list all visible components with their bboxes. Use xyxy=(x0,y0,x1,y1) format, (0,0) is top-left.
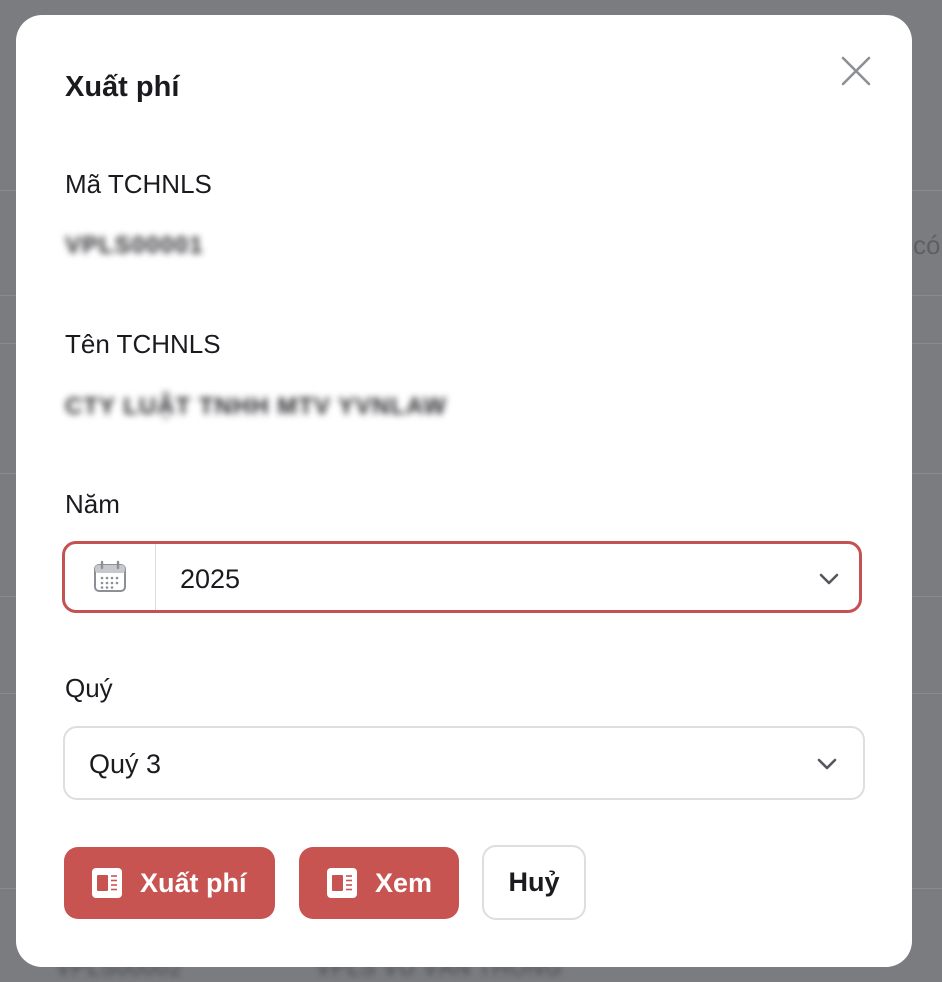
view-button[interactable]: Xem xyxy=(299,847,459,919)
export-fee-button-label: Xuất phí xyxy=(140,867,247,898)
view-button-label: Xem xyxy=(375,867,433,898)
quarter-value: Quý 3 xyxy=(89,749,162,779)
year-select[interactable]: 2025 xyxy=(62,541,862,613)
name-label: Tên TCHNLS xyxy=(65,329,221,359)
cancel-button[interactable]: Huỷ xyxy=(482,845,586,920)
close-icon xyxy=(841,56,871,86)
code-value: VPLS00001 xyxy=(65,232,204,259)
calendar-button[interactable] xyxy=(65,544,156,610)
close-button[interactable] xyxy=(838,53,874,89)
name-value: CTY LUẬT TNHH MTV YVNLAW xyxy=(65,393,447,420)
export-fee-button[interactable]: Xuất phí xyxy=(64,847,275,919)
calendar-icon xyxy=(94,560,126,592)
quarter-label: Quý xyxy=(65,673,113,703)
bg-partial-text: có xyxy=(913,230,941,260)
chevron-down-icon xyxy=(819,573,839,585)
document-icon xyxy=(325,866,359,900)
year-value: 2025 xyxy=(180,564,241,594)
year-label: Năm xyxy=(65,489,120,519)
chevron-down-icon xyxy=(817,758,837,770)
cancel-button-label: Huỷ xyxy=(508,867,560,897)
modal-title: Xuất phí xyxy=(65,71,180,103)
code-label: Mã TCHNLS xyxy=(65,169,212,199)
export-fee-modal: Xuất phí Mã TCHNLS VPLS00001 Tên TCHNLS … xyxy=(16,15,912,967)
quarter-select[interactable]: Quý 3 xyxy=(63,726,865,800)
document-icon xyxy=(90,866,124,900)
